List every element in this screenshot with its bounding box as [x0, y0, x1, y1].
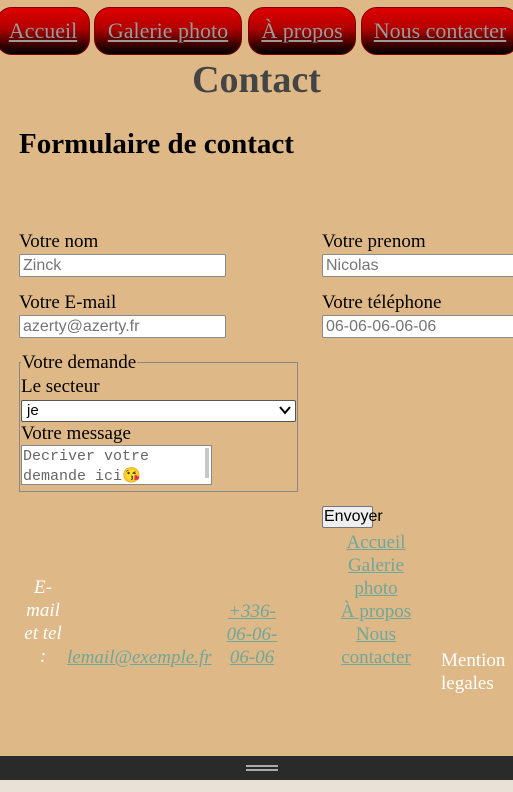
page-title: Contact [192, 59, 321, 101]
prenom-input[interactable] [322, 254, 513, 277]
prenom-label: Votre prenom [322, 231, 426, 252]
bottom-strip [0, 780, 513, 792]
email-input[interactable] [19, 315, 226, 338]
footer-link-galerie-photo[interactable]: Galerie photo [329, 554, 423, 600]
footer-phone-line: +336- [228, 601, 276, 622]
nom-label: Votre nom [19, 231, 99, 252]
nav-nous-contacter[interactable]: Nous contacter [361, 7, 513, 55]
footer-contact-label-line: : [39, 646, 47, 667]
demande-legend: Votre demande [21, 352, 138, 374]
footer-link-line: Galerie [348, 555, 404, 576]
footer-contact-label-line: mail [26, 600, 60, 621]
nav-a-propos[interactable]: À propos [248, 7, 356, 55]
footer-link-line: contacter [341, 647, 411, 668]
mention-legales: Mention legales [441, 649, 505, 695]
footer-link-line: photo [354, 578, 398, 599]
footer-phone-line: 06-06 [229, 647, 275, 668]
main-nav: Accueil Galerie photo À propos Nous cont… [0, 7, 513, 57]
email-label: Votre E-mail [19, 292, 117, 313]
message-textarea[interactable]: Decriver votre demande ici😘 [21, 445, 212, 485]
nav-accueil[interactable]: Accueil [0, 7, 90, 55]
footer-link-accueil[interactable]: Accueil [329, 531, 423, 554]
footer-contact-label: E- mail et tel : [20, 576, 66, 668]
footer-link-a-propos[interactable]: À propos [329, 600, 423, 623]
secteur-select[interactable]: je [21, 400, 296, 422]
secteur-label: Le secteur [21, 376, 100, 397]
footer-link-line: Nous [355, 624, 397, 645]
footer-phone-link[interactable]: +336- 06-06- 06-06 [225, 600, 279, 669]
drag-handle-icon[interactable] [246, 765, 278, 771]
nav-galerie-photo[interactable]: Galerie photo [94, 7, 242, 55]
footer-contact-label-line: et tel [24, 623, 62, 644]
secteur-selected-value: je [27, 402, 39, 419]
mention-line: legales [441, 673, 494, 694]
telephone-input[interactable] [322, 315, 513, 338]
mention-line: Mention [441, 650, 506, 671]
footer-contact-label-line: E- [34, 577, 52, 598]
footer-phone-line: 06-06- [226, 624, 278, 645]
envoyer-button[interactable]: Envoyer [322, 506, 383, 528]
message-label: Votre message [21, 423, 131, 444]
nom-input[interactable] [19, 254, 226, 277]
form-title: Formulaire de contact [19, 128, 294, 160]
chevron-down-icon [279, 402, 291, 421]
footer-email-link[interactable]: lemail@exemple.fr [67, 646, 212, 669]
telephone-label: Votre téléphone [322, 292, 442, 313]
footer-link-nous-contacter[interactable]: Nous contacter [329, 623, 423, 669]
textarea-scrollbar[interactable] [205, 448, 209, 478]
message-placeholder: Decriver votre demande ici😘 [23, 448, 150, 485]
